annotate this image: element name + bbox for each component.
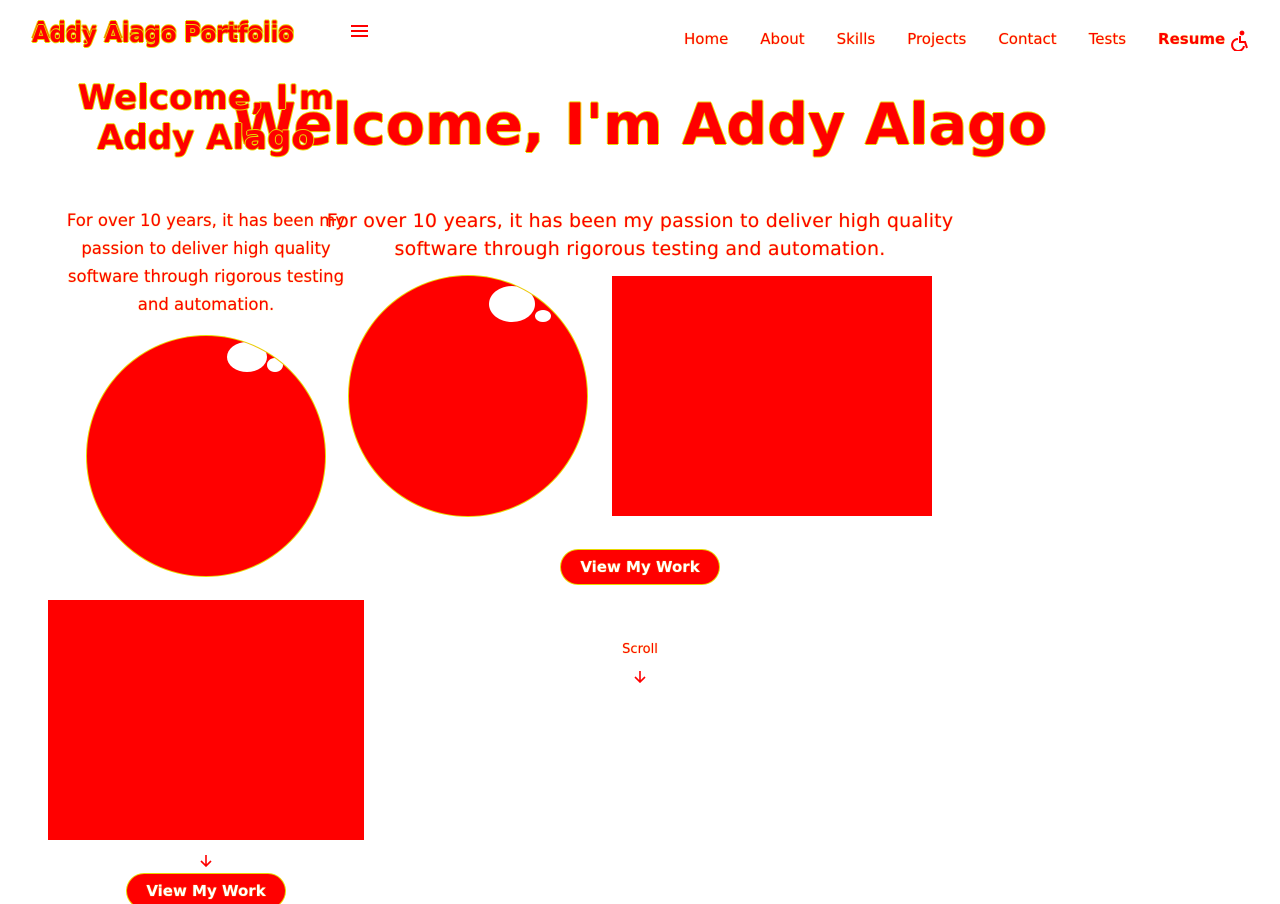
view-my-work-button-mobile[interactable]: View My Work xyxy=(127,874,285,904)
arrow-down-icon-svg xyxy=(200,855,212,868)
hero-subtitle: For over 10 years, it has been my passio… xyxy=(326,210,954,260)
nav-projects[interactable]: Projects xyxy=(907,30,966,50)
nav-resume[interactable]: Resume xyxy=(1158,30,1225,50)
mobile-hero-subtitle: For over 10 years, it has been my passio… xyxy=(66,210,346,314)
avatar-highlight xyxy=(227,342,267,372)
accessibility-icon-svg xyxy=(1231,30,1248,52)
view-my-work-button[interactable]: View My Work xyxy=(561,550,719,584)
scroll-label: Scroll xyxy=(622,642,658,657)
nav-tests[interactable]: Tests xyxy=(1089,30,1126,50)
nav-home[interactable]: Home xyxy=(684,30,728,50)
hamburger-icon-svg xyxy=(351,25,368,37)
mobile-title-line1: Welcome, I'm xyxy=(77,78,335,118)
mobile-hero-title: Welcome, I'm Addy Alago xyxy=(60,78,352,158)
nav-about[interactable]: About xyxy=(760,30,804,50)
avatar-highlight xyxy=(267,358,283,372)
main-nav: Home About Skills Projects Contact Tests… xyxy=(684,30,1225,50)
hero-photo xyxy=(612,276,932,516)
hero-photo-mobile xyxy=(48,600,364,840)
profile-avatar-mobile xyxy=(87,336,325,576)
mobile-title-line2: Addy Alago xyxy=(97,118,315,158)
avatar-highlight xyxy=(489,286,535,322)
hamburger-menu-icon[interactable] xyxy=(350,20,370,42)
accessibility-icon[interactable] xyxy=(1229,29,1251,52)
profile-avatar xyxy=(349,276,587,516)
nav-skills[interactable]: Skills xyxy=(837,30,876,50)
arrow-down-icon[interactable] xyxy=(632,668,648,686)
arrow-down-icon-svg xyxy=(634,671,646,684)
brand-logo[interactable]: Addy Alago Portfolio xyxy=(32,22,294,48)
avatar-highlight xyxy=(535,310,551,322)
arrow-down-icon-mobile[interactable] xyxy=(198,852,214,870)
nav-contact[interactable]: Contact xyxy=(998,30,1056,50)
portfolio-page: Addy Alago Portfolio Addy Alago Portfoli… xyxy=(0,0,1280,904)
hero-title-text: Welcome, I'm Addy Alago xyxy=(232,92,1048,158)
